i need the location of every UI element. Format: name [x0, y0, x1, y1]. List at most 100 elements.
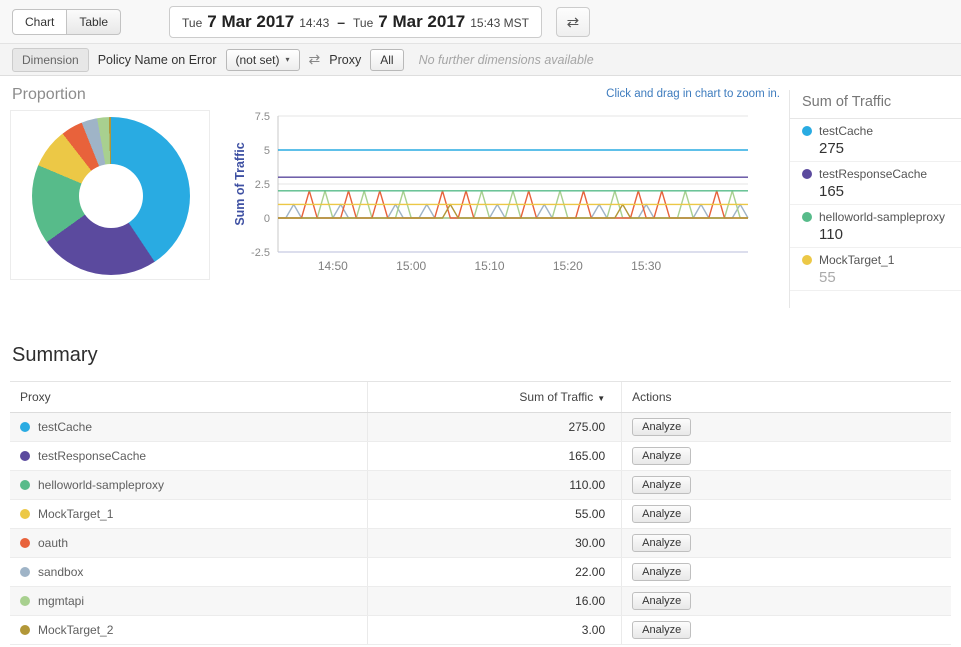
legend-series-name: testCache — [802, 124, 953, 138]
analyze-button[interactable]: Analyze — [632, 418, 691, 436]
y-tick-label: 7.5 — [255, 111, 270, 123]
legend-series-value: 55 — [819, 269, 953, 286]
legend-series-value: 110 — [819, 226, 953, 243]
col-sum-of-traffic[interactable]: Sum of Traffic▼ — [368, 382, 622, 413]
dimension-name-label: Policy Name on Error — [98, 53, 217, 67]
legend-item[interactable]: testCache 275 — [790, 119, 961, 162]
proxy-name-cell: MockTarget_1 — [10, 500, 368, 529]
y-tick-label: 0 — [264, 213, 270, 225]
sum-value-cell: 165.00 — [368, 442, 622, 471]
legend-title: Sum of Traffic — [790, 90, 961, 119]
col-proxy: Proxy — [10, 382, 368, 413]
table-row: oauth30.00 Analyze — [10, 529, 951, 558]
proportion-donut-chart[interactable] — [10, 110, 210, 280]
y-axis-label: Sum of Traffic — [233, 142, 247, 225]
analyze-button[interactable]: Analyze — [632, 534, 691, 552]
x-tick-label: 14:50 — [318, 259, 348, 273]
date-separator: – — [337, 14, 345, 30]
table-row: sandbox22.00Analyze — [10, 558, 951, 587]
analyze-button[interactable]: Analyze — [632, 621, 691, 639]
actions-cell: Analyze — [622, 500, 951, 529]
summary-section: Summary Proxy Sum of Traffic▼ Actions te… — [0, 344, 961, 645]
sum-value-cell: 30.00 — [368, 529, 622, 558]
dimension-value-dropdown[interactable]: (not set) ▾ — [226, 49, 300, 71]
table-header-row: Proxy Sum of Traffic▼ Actions — [10, 382, 951, 413]
actions-cell: Analyze — [622, 529, 951, 558]
tab-chart[interactable]: Chart — [12, 9, 67, 35]
actions-cell: Analyze — [622, 413, 951, 442]
analyze-button[interactable]: Analyze — [632, 476, 691, 494]
analyze-button[interactable]: Analyze — [632, 592, 691, 610]
proxy-name-cell: mgmtapi — [10, 587, 368, 616]
y-tick-label: 5 — [264, 145, 270, 157]
legend-series-name: helloworld-sampleproxy — [802, 210, 953, 224]
x-tick-label: 15:20 — [553, 259, 583, 273]
chevron-down-icon: ▾ — [286, 55, 290, 64]
actions-cell: Analyze — [622, 616, 951, 645]
table-row: helloworld-sampleproxy110.00 Analyze — [10, 471, 951, 500]
actions-cell: Analyze — [622, 471, 951, 500]
sum-value-cell: 275.00 — [368, 413, 622, 442]
table-row: MockTarget_23.00Analyze — [10, 616, 951, 645]
proxy-name-cell: sandbox — [10, 558, 368, 587]
all-filter-button[interactable]: All — [370, 49, 403, 71]
sum-value-cell: 110.00 — [368, 471, 622, 500]
legend-item[interactable]: testResponseCache 165 — [790, 162, 961, 205]
end-date: 7 Mar 2017 — [378, 12, 465, 32]
legend-item-list: testCache 275 testResponseCache 165 hellowor… — [790, 119, 961, 291]
actions-cell: Analyze — [622, 587, 951, 616]
series-color-dot — [20, 567, 30, 577]
legend-series-name: testResponseCache — [802, 167, 953, 181]
table-row: mgmtapi16.00 Analyze — [10, 587, 951, 616]
swap-dimension-icon[interactable]: ⇄ — [309, 51, 321, 68]
traffic-line-chart[interactable]: -2.502.557.514:5015:0015:1015:2015:30Sum… — [232, 104, 780, 292]
refresh-icon: ⇄ — [567, 13, 580, 31]
legend-item[interactable]: helloworld-sampleproxy 110 — [790, 205, 961, 248]
dropdown-value: (not set) — [236, 53, 280, 67]
table-row: testResponseCache165.00 Analyze — [10, 442, 951, 471]
legend-series-value: 165 — [819, 183, 953, 200]
zoom-hint: Click and drag in chart to zoom in. — [420, 88, 780, 100]
top-toolbar: Chart Table Tue 7 Mar 2017 14:43 – Tue 7… — [0, 0, 961, 44]
summary-table: Proxy Sum of Traffic▼ Actions testCache2… — [10, 381, 951, 645]
legend-series-value: 275 — [819, 140, 953, 157]
series-color-dot — [20, 596, 30, 606]
analyze-button[interactable]: Analyze — [632, 447, 691, 465]
analyze-button[interactable]: Analyze — [632, 563, 691, 581]
table-row: MockTarget_155.00Analyze — [10, 500, 951, 529]
x-tick-label: 15:00 — [396, 259, 426, 273]
actions-cell: Analyze — [622, 442, 951, 471]
series-color-dot — [20, 509, 30, 519]
chart-legend: Sum of Traffic testCache 275 testResponseC… — [789, 90, 961, 308]
series-color-dot — [802, 126, 812, 136]
series-color-dot — [20, 625, 30, 635]
proxy-name-cell: oauth — [10, 529, 368, 558]
col-sum-label: Sum of Traffic — [519, 390, 593, 404]
start-date: 7 Mar 2017 — [207, 12, 294, 32]
analyze-button[interactable]: Analyze — [632, 505, 691, 523]
dimension-bar: Dimension Policy Name on Error (not set)… — [0, 44, 961, 76]
end-time: 15:43 MST — [470, 16, 529, 30]
proxy-name-cell: testResponseCache — [10, 442, 368, 471]
legend-item[interactable]: MockTarget_1 55 — [790, 248, 961, 291]
series-color-dot — [20, 480, 30, 490]
x-tick-label: 15:10 — [474, 259, 504, 273]
proxy-name-cell: MockTarget_2 — [10, 616, 368, 645]
dimension-button[interactable]: Dimension — [12, 48, 89, 72]
actions-cell: Analyze — [622, 558, 951, 587]
proxy-name-cell: helloworld-sampleproxy — [10, 471, 368, 500]
end-day: Tue — [353, 16, 373, 30]
start-day: Tue — [182, 16, 202, 30]
proxy-name-cell: testCache — [10, 413, 368, 442]
tab-table[interactable]: Table — [67, 9, 121, 35]
y-tick-label: -2.5 — [251, 247, 270, 259]
proportion-title: Proportion — [12, 86, 86, 104]
series-color-dot — [20, 451, 30, 461]
sum-value-cell: 16.00 — [368, 587, 622, 616]
table-row: testCache275.00 Analyze — [10, 413, 951, 442]
refresh-button[interactable]: ⇄ — [556, 7, 590, 37]
summary-title: Summary — [12, 344, 951, 367]
date-range-picker[interactable]: Tue 7 Mar 2017 14:43 – Tue 7 Mar 2017 15… — [169, 6, 542, 38]
start-time: 14:43 — [299, 16, 329, 30]
legend-series-name: MockTarget_1 — [802, 253, 953, 267]
